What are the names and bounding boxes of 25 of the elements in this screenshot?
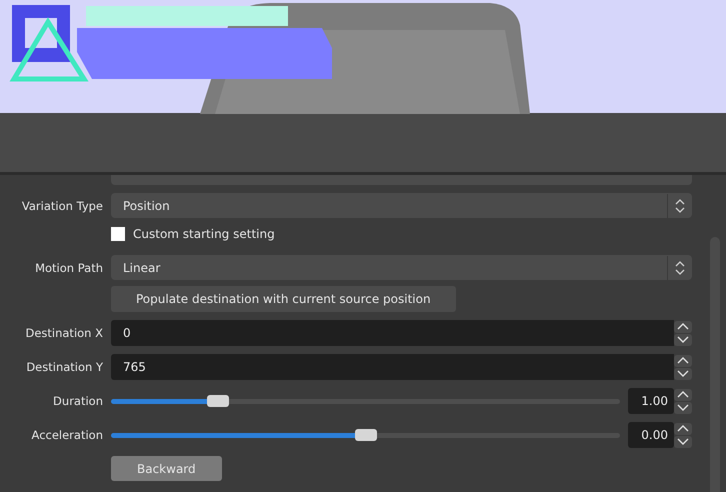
increment-button[interactable]	[674, 388, 692, 400]
dropdown[interactable]: Position	[111, 193, 692, 218]
field-label: Acceleration	[30, 428, 103, 442]
number-field[interactable]: 1.00	[628, 388, 674, 414]
slider[interactable]	[111, 429, 620, 441]
field-label: Motion Path	[34, 260, 103, 274]
dropdown[interactable]: Linear	[111, 255, 692, 280]
decrement-button[interactable]	[674, 368, 692, 380]
slider[interactable]	[111, 395, 620, 407]
field-label: Destination Y	[25, 360, 103, 374]
decrement-button[interactable]	[674, 436, 692, 448]
number-field[interactable]: 765	[111, 354, 674, 380]
action-button[interactable]: Populate destination with current source position	[111, 286, 456, 312]
number-field[interactable]: 0.00	[628, 422, 674, 448]
checkbox-label: Custom starting setting	[133, 226, 275, 240]
decrement-button[interactable]	[674, 402, 692, 414]
field-label: Destination X	[24, 326, 103, 340]
increment-button[interactable]	[674, 320, 692, 332]
decrement-button[interactable]	[674, 334, 692, 346]
field-label: Duration	[52, 394, 103, 408]
increment-button[interactable]	[674, 354, 692, 366]
checkbox[interactable]	[111, 226, 125, 240]
field-label: Variation Type	[20, 198, 103, 212]
increment-button[interactable]	[674, 422, 692, 434]
number-field[interactable]: 0	[111, 320, 674, 346]
